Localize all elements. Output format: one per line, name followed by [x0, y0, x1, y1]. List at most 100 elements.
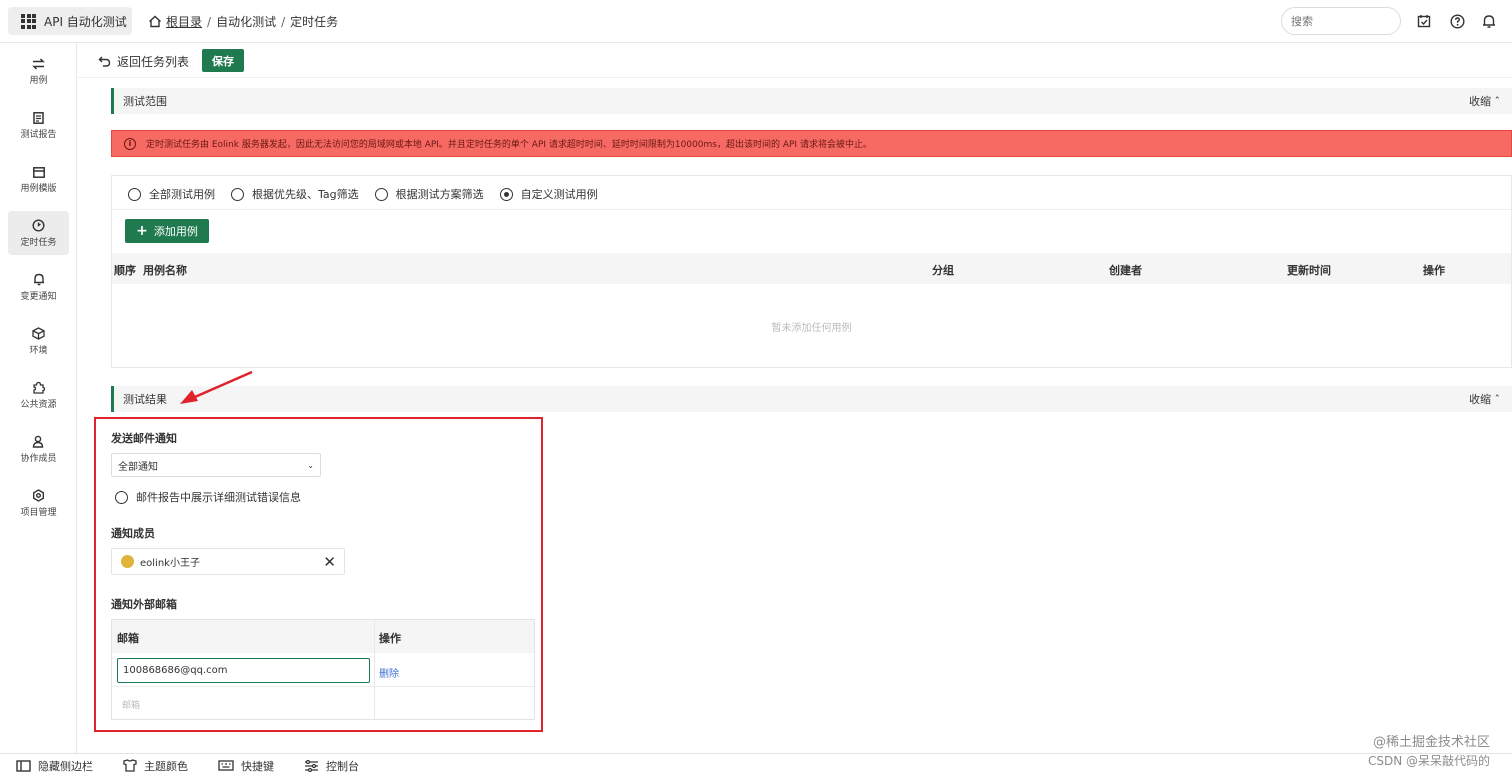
- divider: [374, 620, 375, 719]
- external-email-label: 通知外部邮箱: [111, 598, 177, 611]
- radio-checked-icon: [499, 187, 513, 201]
- template-icon: [32, 166, 45, 178]
- theme-color-button[interactable]: 主题颜色: [123, 758, 188, 774]
- watermark: @稀土掘金技术社区 CSDN @呆呆敲代码的: [1368, 734, 1490, 770]
- breadcrumb-root[interactable]: 根目录: [166, 13, 202, 30]
- email-notify-label: 发送邮件通知: [111, 432, 177, 445]
- sidebar-item-label: 公共资源: [20, 399, 57, 410]
- clock-icon: [32, 218, 45, 232]
- collapse-toggle[interactable]: 收缩 ˆ: [1469, 391, 1500, 407]
- section-header-test-scope: 测试范围 收缩 ˆ: [111, 88, 1512, 114]
- delete-email-link[interactable]: 删除: [379, 665, 399, 680]
- theme-icon: [123, 759, 137, 772]
- watermark-line: @稀土掘金技术社区: [1372, 735, 1490, 750]
- sidebar-item-cases[interactable]: 用例: [8, 50, 69, 94]
- task-check-icon[interactable]: [1415, 12, 1433, 30]
- scope-radio-group: 全部测试用例 根据优先级、Tag筛选 根据测试方案筛选 自定义测试用例: [128, 186, 614, 202]
- hide-sidebar-button[interactable]: 隐藏侧边栏: [16, 758, 93, 774]
- save-button[interactable]: 保存: [202, 49, 244, 72]
- notification-bell-icon[interactable]: [1480, 12, 1498, 30]
- sidebar-item-project-management[interactable]: 项目管理: [8, 481, 69, 525]
- add-case-label: 添加用例: [153, 225, 198, 238]
- report-icon: [33, 112, 44, 124]
- column-creator: 创建者: [1109, 264, 1142, 277]
- column-case-name: 用例名称: [143, 264, 187, 277]
- bottom-item-label: 隐藏侧边栏: [38, 759, 93, 773]
- sidebar-item-environment[interactable]: 环境: [8, 319, 69, 363]
- section-title: 测试结果: [123, 393, 167, 406]
- sidebar-item-label: 变更通知: [20, 291, 57, 302]
- radio-custom-cases[interactable]: 自定义测试用例: [499, 186, 598, 202]
- sidebar-item-case-template[interactable]: 用例模版: [8, 158, 69, 202]
- radio-label: 自定义测试用例: [520, 188, 598, 201]
- help-icon[interactable]: [1448, 12, 1466, 30]
- sidebar-item-scheduled-tasks[interactable]: 定时任务: [8, 211, 69, 255]
- puzzle-icon: [33, 381, 45, 394]
- sidebar-item-change-notice[interactable]: 变更通知: [8, 265, 69, 309]
- remove-member-close-icon[interactable]: ✕: [323, 553, 336, 571]
- detail-error-checkbox[interactable]: 邮件报告中展示详细测试错误信息: [115, 489, 301, 505]
- bottom-bar: 隐藏侧边栏 主题颜色 快捷键 控制台: [0, 753, 1512, 777]
- collapse-label: 收缩: [1469, 95, 1491, 108]
- radio-label: 根据测试方案筛选: [395, 188, 484, 201]
- add-case-button[interactable]: + 添加用例: [125, 219, 209, 243]
- console-button[interactable]: 控制台: [304, 758, 359, 774]
- radio-all-cases[interactable]: 全部测试用例: [128, 186, 215, 202]
- collapse-toggle[interactable]: 收缩 ˆ: [1469, 93, 1500, 109]
- home-icon: [149, 15, 161, 28]
- sidebar-item-members[interactable]: 协作成员: [8, 427, 69, 471]
- sidebar-item-test-report[interactable]: 测试报告: [8, 104, 69, 148]
- case-table-header: 顺序 用例名称 分组 创建者 更新时间 操作: [112, 253, 1511, 284]
- breadcrumb-item[interactable]: 自动化测试: [216, 13, 276, 30]
- radio-priority-tag[interactable]: 根据优先级、Tag筛选: [231, 186, 359, 202]
- sidebar-item-label: 协作成员: [20, 453, 57, 464]
- radio-test-plan[interactable]: 根据测试方案筛选: [374, 186, 484, 202]
- sidebar-item-label: 项目管理: [20, 507, 57, 518]
- warning-alert: i 定时测试任务由 Eolink 服务器发起，因此无法访问您的局域网或本地 AP…: [111, 130, 1512, 157]
- collapse-label: 收缩: [1469, 393, 1491, 406]
- bottom-item-label: 控制台: [326, 759, 359, 773]
- new-email-placeholder[interactable]: 邮箱: [122, 698, 140, 711]
- column-group: 分组: [932, 264, 954, 277]
- annotation-arrow: [180, 370, 253, 404]
- watermark-line: CSDN @呆呆敲代码的: [1367, 754, 1490, 768]
- sidebar-icon: [16, 759, 31, 772]
- sidebar-item-label: 测试报告: [20, 130, 57, 140]
- top-bar: API 自动化测试 根目录 / 自动化测试 / 定时任务: [0, 0, 1512, 43]
- bottom-item-label: 主题颜色: [144, 759, 188, 773]
- column-updated: 更新时间: [1287, 264, 1331, 277]
- email-notify-select[interactable]: 全部通知 ⌄: [111, 453, 321, 477]
- breadcrumb-separator: /: [281, 14, 286, 29]
- sidebar-item-public-resources[interactable]: 公共资源: [8, 373, 69, 417]
- bottom-item-label: 快捷键: [241, 759, 274, 773]
- column-actions: 操作: [379, 632, 401, 645]
- bell-icon: [33, 273, 44, 285]
- sidebar-item-label: 用例模版: [20, 183, 57, 194]
- sidebar-item-label: 环境: [29, 345, 48, 356]
- avatar: [121, 555, 134, 568]
- chevron-up-icon: ˆ: [1494, 95, 1501, 108]
- chevron-down-icon: ⌄: [307, 460, 314, 470]
- shortcut-keys-button[interactable]: 快捷键: [218, 758, 274, 774]
- radio-circle-icon: [128, 187, 141, 201]
- radio-circle-icon: [115, 490, 128, 504]
- users-icon: [32, 435, 44, 448]
- member-tag: eolink小王子 ✕: [111, 548, 345, 575]
- radio-label: 全部测试用例: [149, 188, 215, 201]
- gear-icon: [33, 488, 44, 502]
- column-email: 邮箱: [117, 632, 139, 645]
- search-input[interactable]: [1281, 7, 1401, 35]
- column-actions: 操作: [1423, 264, 1445, 277]
- app-switcher-button[interactable]: API 自动化测试: [8, 7, 132, 35]
- member-name: eolink小王子: [140, 558, 200, 569]
- column-order: 顺序: [114, 264, 136, 277]
- sidebar: 用例 测试报告 用例模版 定时任务 变更通知 环境 公共资源 协作成员 项目管理: [0, 43, 77, 753]
- sidebar-item-label: 定时任务: [20, 237, 57, 248]
- breadcrumb-separator: /: [207, 14, 212, 29]
- radio-circle-icon: [374, 187, 388, 201]
- back-to-task-list-button[interactable]: 返回任务列表: [98, 53, 189, 70]
- checkbox-label: 邮件报告中展示详细测试错误信息: [136, 491, 301, 504]
- plus-icon: +: [136, 223, 148, 239]
- email-field[interactable]: [117, 658, 370, 683]
- app-label: API 自动化测试: [44, 14, 127, 29]
